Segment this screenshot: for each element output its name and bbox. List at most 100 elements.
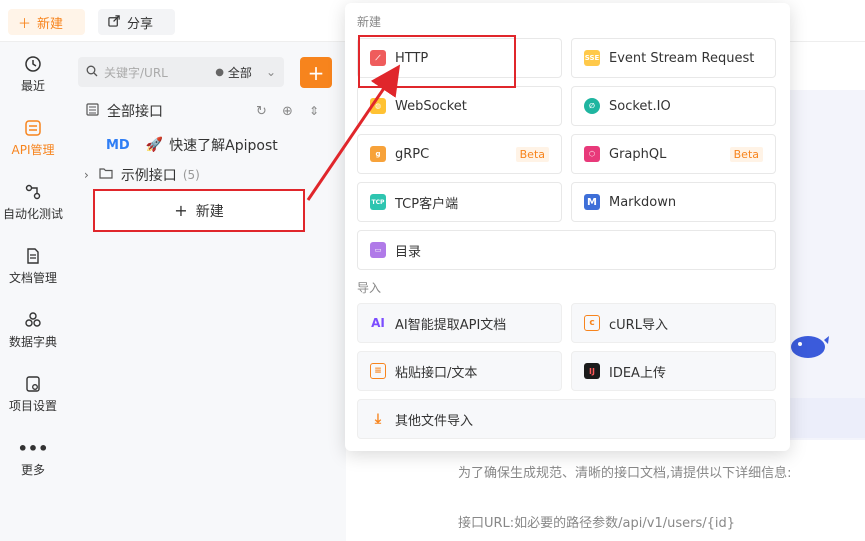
add-button[interactable]: + <box>300 57 332 88</box>
api-tree-panel: 关键字/URL ● 全部 ⌄ + 全部接口 ↻ ⊕ ⇕ MD 🚀 快速了解Api… <box>66 42 346 541</box>
bot-icon <box>788 332 830 364</box>
grpc-icon: g <box>370 146 386 162</box>
paste-icon: ≡ <box>370 363 386 379</box>
settings-icon <box>23 374 43 394</box>
nav-label: API管理 <box>11 143 55 157</box>
beta-badge: Beta <box>729 146 763 162</box>
http-highlight-box <box>358 35 516 88</box>
new-websocket-card[interactable]: ◍ WebSocket <box>357 86 562 126</box>
nav-item-docs[interactable]: 文档管理 <box>0 246 66 302</box>
beta-badge: Beta <box>515 146 549 162</box>
chevron-down-icon: ⌄ <box>265 65 276 79</box>
new-button-label: 新建 <box>37 16 64 32</box>
share-button[interactable]: 分享 <box>98 9 175 35</box>
api-icon <box>23 118 43 138</box>
card-label: 其他文件导入 <box>395 413 474 429</box>
chevron-right-icon: › <box>84 168 89 182</box>
curl-icon: c <box>584 315 600 331</box>
folder-icon: ▭ <box>370 242 386 258</box>
card-label: IDEA上传 <box>609 365 666 381</box>
import-curl-card[interactable]: c cURL导入 <box>571 303 776 343</box>
locate-icon[interactable]: ⊕ <box>282 104 293 119</box>
import-idea-card[interactable]: IJ IDEA上传 <box>571 351 776 391</box>
new-api-label: 新建 <box>195 203 224 220</box>
nav-label: 自动化测试 <box>2 207 63 221</box>
nav-item-more[interactable]: ••• 更多 <box>0 438 66 494</box>
card-label: cURL导入 <box>609 317 668 333</box>
import-file-card[interactable]: ⤓ 其他文件导入 <box>357 399 776 439</box>
nav-item-settings[interactable]: 项目设置 <box>0 374 66 430</box>
more-icon: ••• <box>17 438 49 458</box>
new-graphql-card[interactable]: ⬡ GraphQL Beta <box>571 134 776 174</box>
history-icon <box>23 54 43 74</box>
nav-item-api[interactable]: API管理 <box>0 118 66 174</box>
dictionary-icon <box>23 310 43 330</box>
share-icon <box>108 14 121 31</box>
new-sse-card[interactable]: SSE Event Stream Request <box>571 38 776 78</box>
tree-item-folder[interactable]: › 示例接口 (5) <box>66 162 336 188</box>
new-markdown-card[interactable]: M Markdown <box>571 182 776 222</box>
search-input[interactable]: 关键字/URL ● 全部 ⌄ <box>78 57 284 87</box>
filter-select[interactable]: ● 全部 ⌄ <box>215 64 276 81</box>
filter-value: 全部 <box>227 65 252 80</box>
tree-item-markdown[interactable]: MD 🚀 快速了解Apipost <box>66 132 336 158</box>
left-nav: 最近 API管理 自动化测试 文档管理 数据字典 项目设置 ••• 更多 <box>0 42 66 541</box>
new-tcp-card[interactable]: TCP TCP客户端 <box>357 182 562 222</box>
nav-item-recent[interactable]: 最近 <box>0 54 66 110</box>
socketio-icon: ∅ <box>584 98 600 114</box>
md-title: 快速了解Apipost <box>169 138 278 154</box>
all-apis-label: 全部接口 <box>107 104 163 120</box>
dot-icon: ● <box>215 66 224 78</box>
sse-icon: SSE <box>584 50 600 66</box>
plus-icon: + <box>174 201 188 220</box>
nav-label: 更多 <box>20 463 45 477</box>
new-section-label: 新建 <box>357 15 382 29</box>
background-text: 为了确保生成规范、清晰的接口文档,请提供以下详细信息: <box>458 466 792 481</box>
idea-icon: IJ <box>584 363 600 379</box>
ai-icon: AI <box>371 316 385 330</box>
card-label: WebSocket <box>395 98 467 114</box>
card-label: AI智能提取API文档 <box>395 317 507 333</box>
card-label: Event Stream Request <box>609 50 755 66</box>
nav-label: 项目设置 <box>8 399 57 413</box>
nav-item-automation[interactable]: 自动化测试 <box>0 182 66 238</box>
card-label: GraphQL <box>609 146 667 162</box>
share-button-label: 分享 <box>127 16 154 32</box>
nav-label: 文档管理 <box>8 271 57 285</box>
folder-icon <box>99 167 113 183</box>
new-api-button[interactable]: + 新建 <box>93 189 305 232</box>
all-apis-row[interactable]: 全部接口 ↻ ⊕ ⇕ <box>66 98 336 124</box>
list-icon <box>86 102 99 120</box>
search-placeholder: 关键字/URL <box>104 65 168 80</box>
import-paste-card[interactable]: ≡ 粘贴接口/文本 <box>357 351 562 391</box>
new-folder-card[interactable]: ▭ 目录 <box>357 230 776 270</box>
card-label: 目录 <box>395 244 422 260</box>
folder-name: 示例接口 <box>120 168 177 184</box>
card-label: Socket.IO <box>609 98 671 114</box>
md-badge: MD <box>106 137 130 153</box>
automation-icon <box>23 182 43 202</box>
new-socketio-card[interactable]: ∅ Socket.IO <box>571 86 776 126</box>
folder-count: (5) <box>182 168 200 182</box>
card-label: Markdown <box>609 194 677 210</box>
expand-icon[interactable]: ⇕ <box>309 104 319 118</box>
background-text: 接口URL:如必要的路径参数/api/v1/users/{id} <box>458 516 736 531</box>
plus-icon: + <box>307 60 325 85</box>
rocket-icon: 🚀 <box>145 137 164 153</box>
import-icon: ⤓ <box>374 411 382 427</box>
plus-icon: ＋ <box>18 16 32 32</box>
document-icon <box>23 246 43 266</box>
refresh-icon[interactable]: ↻ <box>256 104 267 119</box>
new-button[interactable]: ＋ 新建 <box>8 9 85 35</box>
new-grpc-card[interactable]: g gRPC Beta <box>357 134 562 174</box>
card-label: TCP客户端 <box>395 196 459 212</box>
websocket-icon: ◍ <box>370 98 386 114</box>
card-label: gRPC <box>395 146 430 162</box>
nav-label: 数据字典 <box>8 335 57 349</box>
nav-item-dictionary[interactable]: 数据字典 <box>0 310 66 366</box>
tcp-icon: TCP <box>370 194 386 210</box>
card-label: 粘贴接口/文本 <box>395 365 478 381</box>
import-section-label: 导入 <box>357 281 382 295</box>
import-ai-card[interactable]: AI AI智能提取API文档 <box>357 303 562 343</box>
markdown-icon: M <box>584 194 600 210</box>
